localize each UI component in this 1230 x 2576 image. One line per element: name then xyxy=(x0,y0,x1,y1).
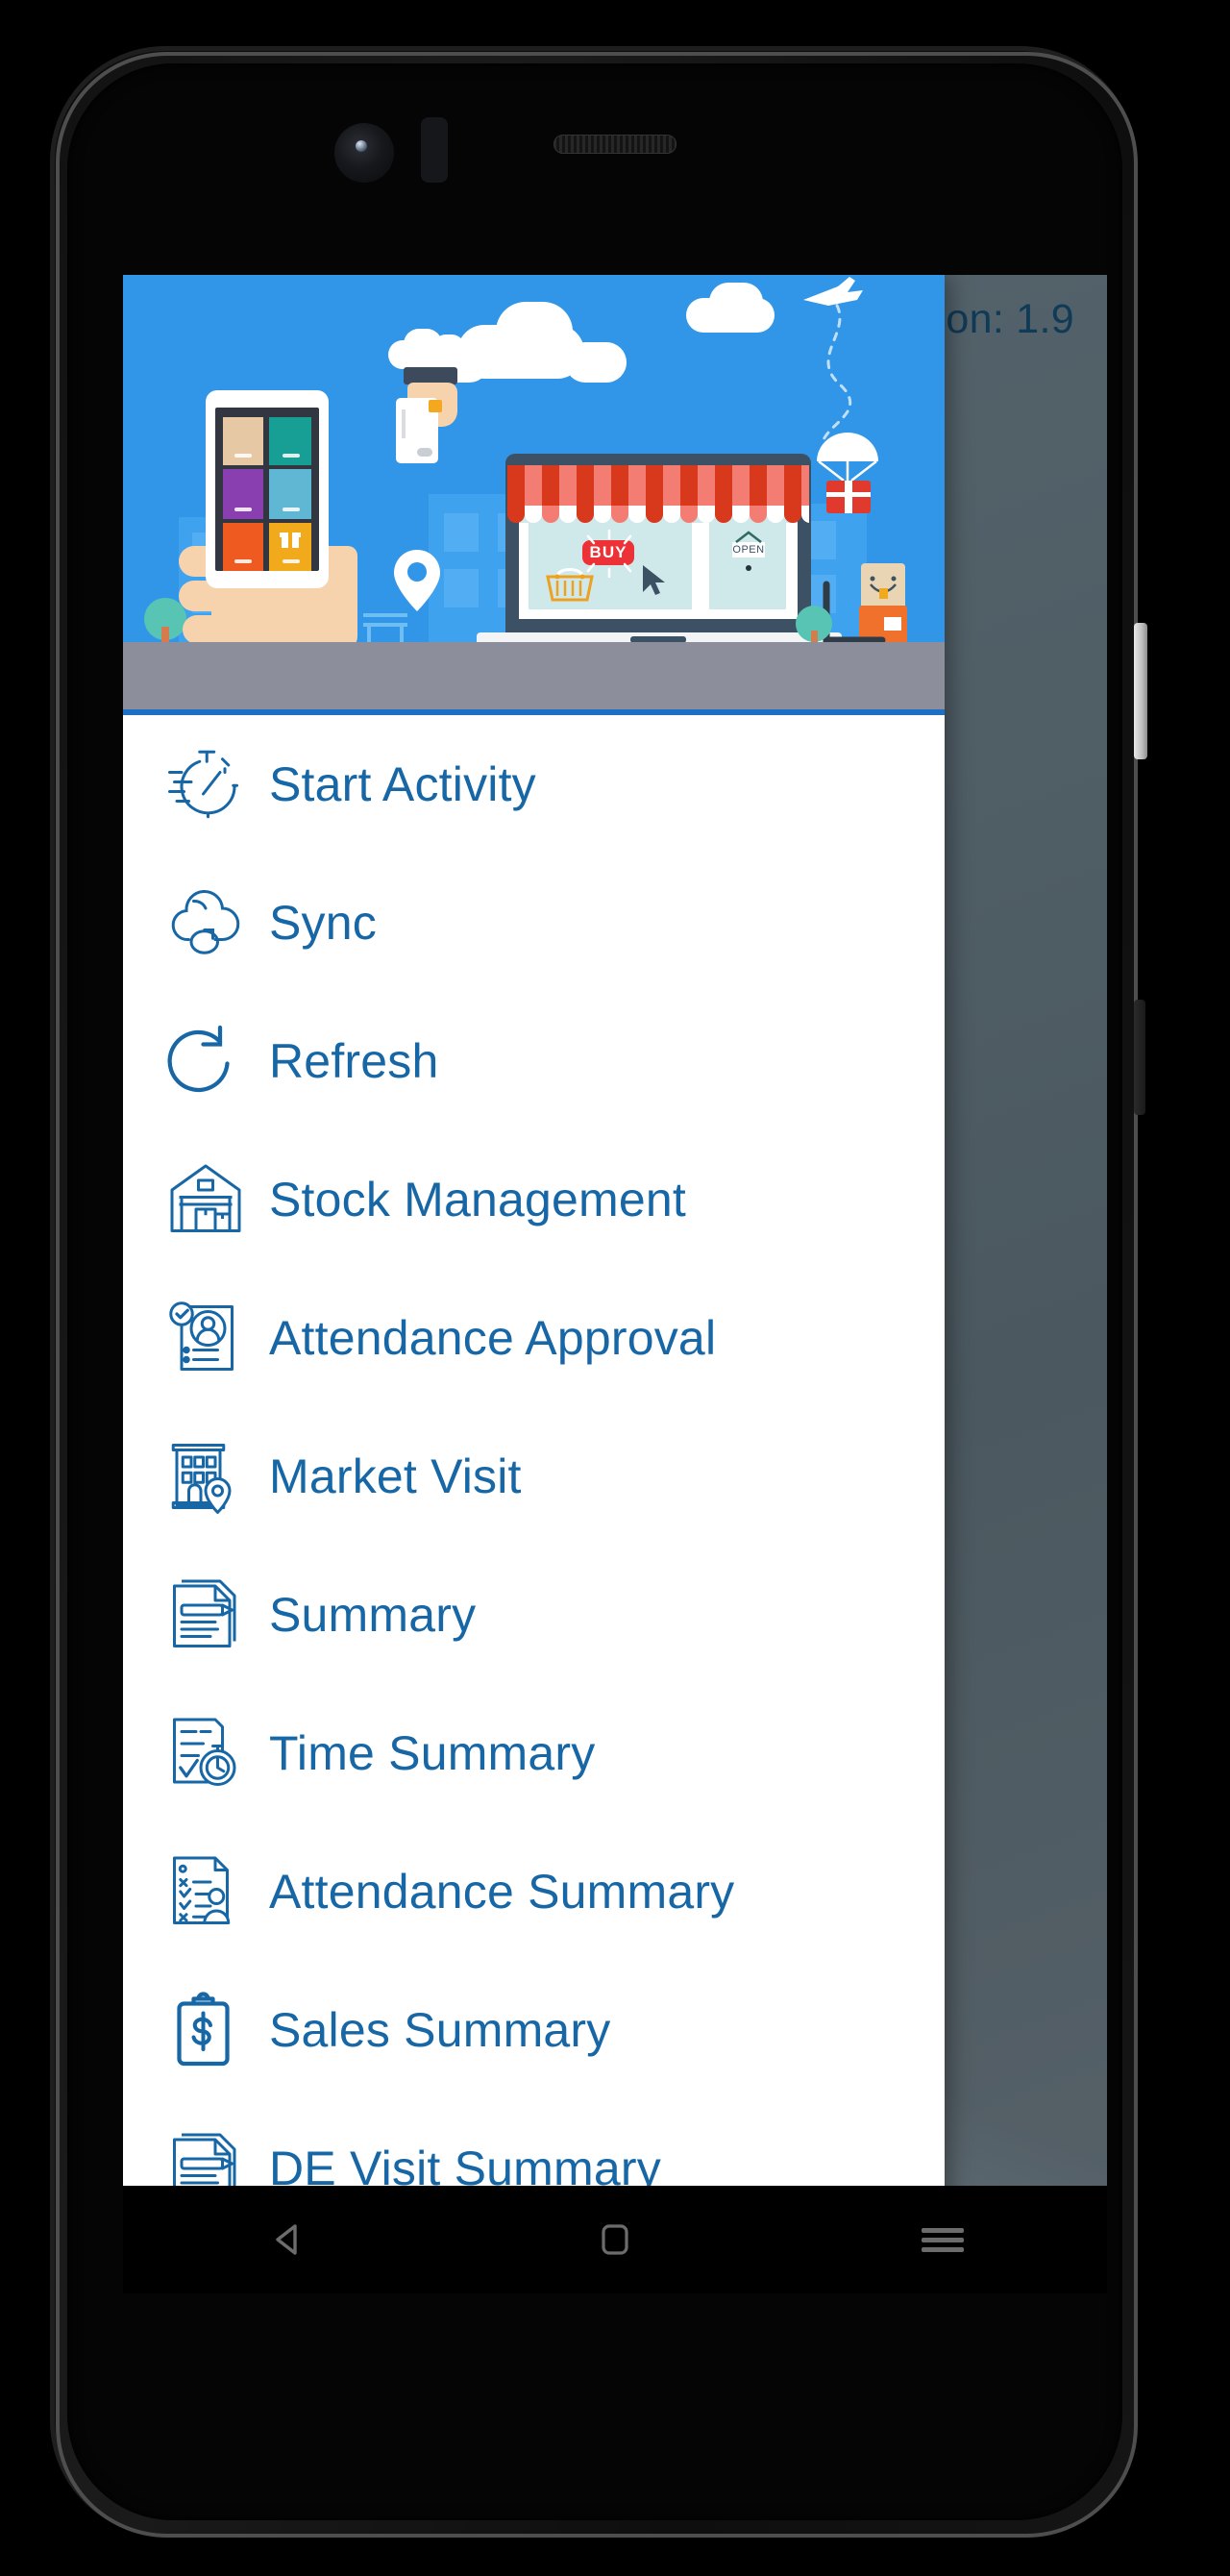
document-stopwatch-icon xyxy=(165,1713,246,1794)
tile-line xyxy=(234,508,252,511)
menu-item-label: Time Summary xyxy=(269,1726,596,1780)
drawer-menu-list: Start Activity Sync Refresh Stock Manage… xyxy=(123,715,945,2293)
finger xyxy=(183,615,231,644)
volume-button[interactable] xyxy=(1134,1000,1145,1115)
document-pen-icon xyxy=(165,1574,246,1655)
menu-item-time-summary[interactable]: Time Summary xyxy=(123,1684,945,1822)
menu-item-label: Sales Summary xyxy=(269,2003,611,2057)
app-tile xyxy=(269,417,311,465)
cloud-sync-icon xyxy=(165,882,246,963)
recents-nav-icon xyxy=(922,2223,965,2257)
menu-item-label: Sync xyxy=(269,896,377,950)
cloud-icon xyxy=(565,342,627,383)
recents-nav-button[interactable] xyxy=(779,2223,1107,2257)
attendance-approval-icon xyxy=(165,1298,246,1378)
window-mullion xyxy=(786,523,798,619)
android-device: sion: 1.9 BUY OPEN Start Activity Sync R… xyxy=(0,0,1230,2576)
refresh-circular-arrow-icon xyxy=(165,1021,246,1102)
menu-item-refresh[interactable]: Refresh xyxy=(123,992,945,1130)
location-pin-icon xyxy=(394,550,440,611)
menu-item-label: Refresh xyxy=(269,1034,439,1088)
phone-screen: sion: 1.9 BUY OPEN Start Activity Sync R… xyxy=(123,275,1107,2293)
android-navigation-bar xyxy=(123,2186,1107,2293)
tile-line xyxy=(234,454,252,458)
front-camera-lens-dot xyxy=(356,140,367,152)
drawer-header-illustration: $ xyxy=(123,275,945,717)
menu-item-label: Summary xyxy=(269,1588,477,1642)
back-nav-icon xyxy=(275,2224,297,2255)
app-tile xyxy=(223,469,263,519)
back-nav-button[interactable] xyxy=(123,2218,451,2261)
cloud-icon xyxy=(432,334,465,361)
menu-item-stock-management[interactable]: Stock Management xyxy=(123,1130,945,1269)
window-sill xyxy=(519,609,798,619)
front-camera-icon xyxy=(334,123,394,183)
city-window xyxy=(444,569,479,607)
earpiece-speaker-icon xyxy=(554,135,676,154)
city-window xyxy=(444,513,479,552)
parachute-icon xyxy=(817,433,878,482)
menu-item-summary[interactable]: Summary xyxy=(123,1546,945,1684)
bench-leg xyxy=(367,627,371,642)
open-sign: OPEN xyxy=(732,542,765,557)
open-sign-hanger xyxy=(735,531,762,543)
proximity-sensor-icon xyxy=(421,117,448,183)
app-tile xyxy=(223,523,263,571)
cloud-icon xyxy=(709,283,763,321)
power-button[interactable] xyxy=(1134,623,1147,759)
cloud-icon xyxy=(496,302,573,361)
building-location-pin-icon xyxy=(165,1436,246,1517)
card-strip xyxy=(402,409,406,438)
card-chip xyxy=(429,400,442,412)
menu-item-attendance-summary[interactable]: Attendance Summary xyxy=(123,1822,945,1961)
menu-item-start-activity[interactable]: Start Activity xyxy=(123,715,945,854)
card-logo xyxy=(417,448,432,457)
bench-leg xyxy=(400,627,404,642)
menu-item-label: Stock Management xyxy=(269,1173,686,1226)
menu-item-label: Attendance Summary xyxy=(269,1865,735,1919)
shopping-basket-icon xyxy=(546,568,594,602)
window-mullion xyxy=(519,523,529,619)
tile-line xyxy=(234,559,252,563)
menu-item-label: Market Visit xyxy=(269,1449,522,1503)
door-knob xyxy=(746,565,751,571)
navigation-drawer: $ xyxy=(123,275,945,2293)
app-tile xyxy=(269,469,311,519)
app-tile xyxy=(223,417,263,465)
menu-item-label: Attendance Approval xyxy=(269,1311,717,1365)
illustration-ground xyxy=(123,642,945,711)
tile-line xyxy=(283,508,300,511)
awning-scallops xyxy=(507,506,809,523)
gift-tile-icon xyxy=(280,533,301,548)
menu-item-sales-summary[interactable]: Sales Summary xyxy=(123,1961,945,2099)
clipboard-dollar-icon xyxy=(165,1990,246,2070)
gift-ribbon xyxy=(826,492,871,497)
menu-item-attendance-approval[interactable]: Attendance Approval xyxy=(123,1269,945,1407)
menu-item-label: Start Activity xyxy=(269,757,536,811)
stopwatch-icon xyxy=(165,744,246,825)
menu-item-market-visit[interactable]: Market Visit xyxy=(123,1407,945,1546)
mouse-cursor-icon xyxy=(643,565,665,595)
menu-item-sync[interactable]: Sync xyxy=(123,854,945,992)
tile-line xyxy=(283,454,300,458)
warehouse-icon xyxy=(165,1159,246,1240)
home-nav-icon xyxy=(602,2224,628,2255)
checklist-person-icon xyxy=(165,1851,246,1932)
window-mullion xyxy=(692,523,709,619)
home-nav-button[interactable] xyxy=(451,2219,778,2260)
gift-ribbon xyxy=(845,481,852,513)
tile-line xyxy=(283,559,300,563)
airplane-icon xyxy=(803,277,863,306)
